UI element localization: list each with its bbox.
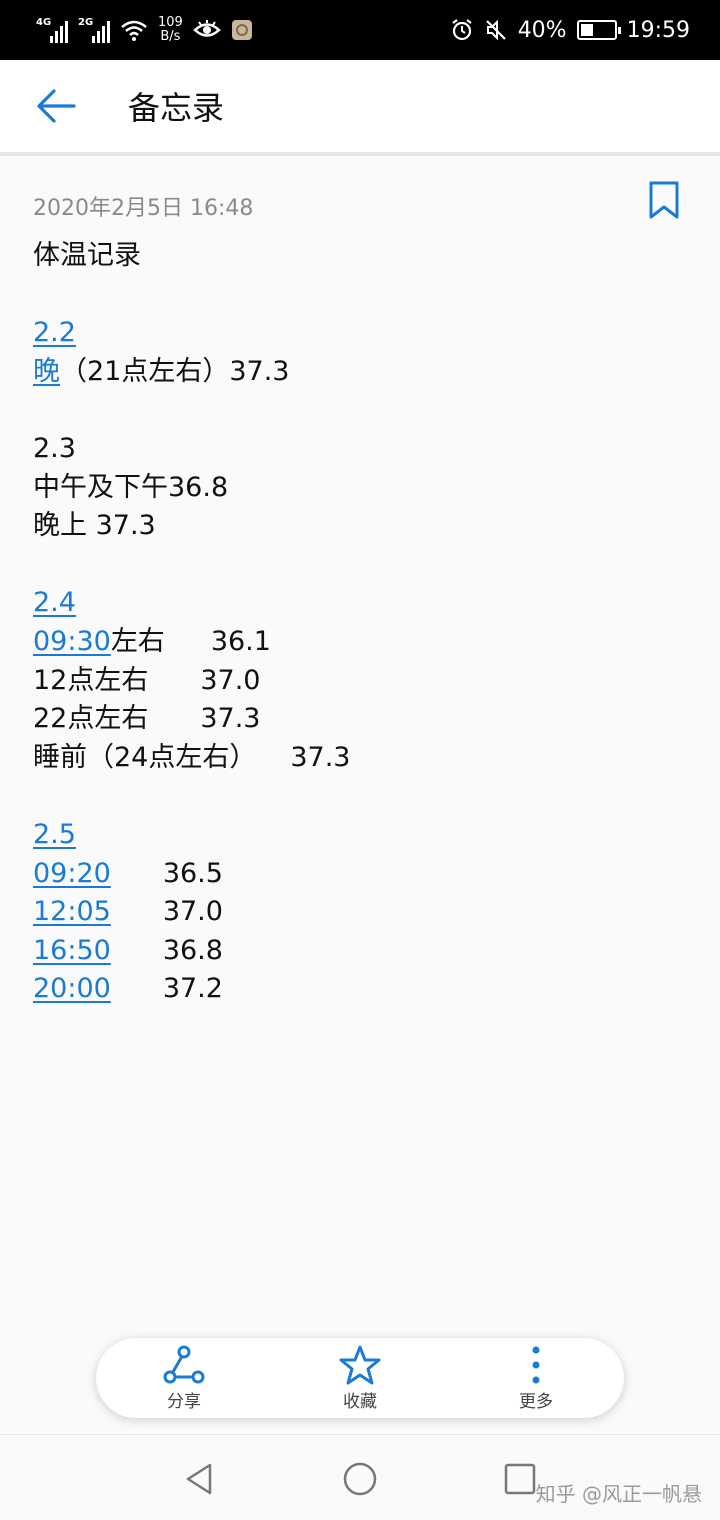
- line-temp: 36.5: [162, 857, 223, 889]
- mute-icon: [485, 19, 506, 41]
- status-right: 40% 19:59: [450, 18, 690, 43]
- bottom-toolbar: 分享 收藏 更多: [96, 1338, 624, 1418]
- battery-percent: 40%: [517, 17, 567, 43]
- watermark: 知乎 @风正一帆悬: [535, 1482, 702, 1506]
- note-line: 12点左右 37.0: [33, 662, 673, 701]
- arrow-left-icon: [37, 89, 76, 123]
- app-header: 备忘录: [0, 60, 720, 152]
- line-label: 左右: [110, 625, 165, 657]
- note-line: 22点左右 37.3: [33, 700, 673, 739]
- date-link[interactable]: 2.5: [33, 819, 76, 850]
- line-temp: 36.1: [210, 625, 271, 657]
- network-type-1: 4G: [36, 17, 52, 28]
- battery-level: [580, 24, 594, 36]
- line-temp: 37.2: [162, 973, 223, 1005]
- signal-2g-icon: 2G: [78, 17, 110, 43]
- clock: 19:59: [626, 17, 690, 43]
- line-temp: 37.0: [200, 664, 261, 696]
- note-line: 中午及下午36.8: [33, 471, 229, 503]
- time-link[interactable]: 20:00: [33, 973, 111, 1004]
- network-type-2: 2G: [78, 17, 94, 28]
- bookmark-button[interactable]: [648, 180, 680, 220]
- time-link[interactable]: 晚: [33, 356, 60, 387]
- time-link[interactable]: 09:30: [33, 626, 111, 657]
- nav-back-icon[interactable]: [180, 1459, 220, 1499]
- note-title: 体温记录: [33, 240, 141, 271]
- section-date-2-2: 2.2: [33, 314, 673, 353]
- more-button[interactable]: 更多: [476, 1345, 596, 1412]
- note-line: 20:00 37.2: [33, 970, 673, 1009]
- wifi-icon: [121, 20, 147, 41]
- line-label: 12点左右: [33, 664, 149, 696]
- note-timestamp: 2020年2月5日 16:48: [33, 196, 254, 221]
- app-notification-icon: [231, 20, 252, 40]
- eye-icon: [192, 20, 221, 37]
- star-icon: [339, 1345, 381, 1384]
- line-label: 22点左右: [33, 703, 149, 735]
- status-bar: 4G 2G 109 B/s 40% 19:59: [0, 0, 720, 60]
- note-line: 晚（21点左右）37.3: [33, 353, 673, 392]
- bookmark-icon: [649, 181, 679, 219]
- nav-home-icon[interactable]: [340, 1459, 380, 1499]
- system-nav-bar: [0, 1434, 720, 1520]
- note-line: 09:20 36.5: [33, 855, 673, 894]
- battery-icon: [576, 20, 621, 40]
- network-speed: 109 B/s: [158, 16, 183, 44]
- status-left: 4G 2G 109 B/s: [36, 16, 253, 44]
- share-icon: [163, 1345, 205, 1383]
- line-temp: 37.3: [200, 703, 261, 735]
- share-button[interactable]: 分享: [124, 1345, 244, 1412]
- signal-4g-icon: 4G: [36, 17, 68, 43]
- time-link[interactable]: 16:50: [33, 935, 111, 966]
- speed-value: 109: [158, 15, 183, 30]
- speed-unit: B/s: [160, 29, 181, 44]
- header-divider: [0, 152, 720, 156]
- alarm-icon: [452, 19, 472, 41]
- line-label: 睡前（24点左右）: [33, 741, 257, 773]
- time-link[interactable]: 09:20: [33, 858, 111, 889]
- line-temp: 37.0: [162, 896, 223, 928]
- back-button[interactable]: [0, 60, 112, 152]
- favorite-label: 收藏: [343, 1391, 377, 1412]
- more-vertical-icon: [532, 1346, 540, 1383]
- time-link[interactable]: 12:05: [33, 896, 111, 927]
- section-date-2-5: 2.5: [33, 816, 673, 855]
- note-body[interactable]: 体温记录 2.2 晚（21点左右）37.3 2.3 中午及下午36.8 晚上 3…: [33, 237, 673, 1009]
- line-temp: 36.8: [162, 934, 223, 966]
- favorite-button[interactable]: 收藏: [300, 1345, 420, 1412]
- note-line: 09:30左右 36.1: [33, 623, 673, 662]
- page-title: 备忘录: [128, 89, 225, 127]
- date-link[interactable]: 2.2: [33, 317, 76, 348]
- nav-recents-icon[interactable]: [500, 1459, 540, 1499]
- date-link[interactable]: 2.4: [33, 587, 76, 618]
- section-date-2-3: 2.3: [33, 432, 76, 464]
- note-line: 晚上 37.3: [33, 510, 156, 542]
- more-label: 更多: [519, 1391, 553, 1412]
- note-line: 12:05 37.0: [33, 893, 673, 932]
- share-label: 分享: [167, 1391, 201, 1412]
- section-date-2-4: 2.4: [33, 584, 673, 623]
- note-line: 16:50 36.8: [33, 932, 673, 971]
- line-text: （21点左右）37.3: [60, 355, 290, 387]
- note-line: 睡前（24点左右） 37.3: [33, 739, 673, 778]
- line-temp: 37.3: [290, 741, 351, 773]
